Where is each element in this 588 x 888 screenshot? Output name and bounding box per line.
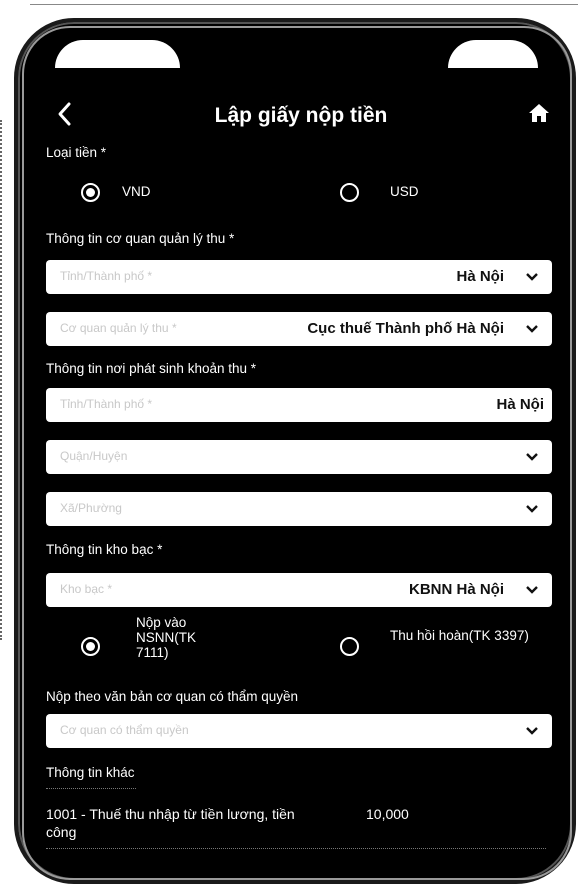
radio-vnd-label: VND <box>122 184 151 199</box>
home-button[interactable] <box>528 102 550 129</box>
page-title: Lập giấy nộp tiền <box>214 104 388 127</box>
chevron-down-icon <box>526 325 538 333</box>
tax-item-amount: 10,000 <box>366 806 409 822</box>
origin-province-placeholder: Tỉnh/Thành phố * <box>60 397 153 411</box>
chevron-down-icon <box>526 505 538 513</box>
origin-ward-select[interactable]: Xã/Phường <box>46 492 552 526</box>
radio-nsnn-label: Nộp vào NSNN(TK 7111) <box>136 615 196 660</box>
other-info-label: Thông tin khác <box>46 765 135 780</box>
divider <box>46 788 136 790</box>
tax-authority-label: Thông tin cơ quan quản lý thu * <box>46 231 235 246</box>
tax-item-description: 1001 - Thuế thu nhập từ tiền lương, tiền… <box>46 806 295 840</box>
phone-corner-highlight-left <box>55 40 180 68</box>
treasury-select[interactable]: Kho bạc * KBNN Hà Nội <box>46 573 552 607</box>
treasury-value: KBNN Hà Nội <box>408 581 504 598</box>
radio-refund[interactable] <box>340 637 359 656</box>
chevron-down-icon <box>526 586 538 594</box>
origin-ward-placeholder: Xã/Phường <box>60 501 122 515</box>
radio-usd-label: USD <box>390 184 419 199</box>
tax-authority-value: Cục thuế Thành phố Hà Nội <box>307 320 504 337</box>
app-screen: Lập giấy nộp tiền Loại tiền * VND USD Th… <box>36 70 566 860</box>
scan-top-edge <box>30 4 578 5</box>
tax-province-placeholder: Tỉnh/Thành phố * <box>60 269 153 283</box>
chevron-down-icon <box>526 273 538 281</box>
divider <box>46 848 546 850</box>
chevron-down-icon <box>526 727 538 735</box>
chevron-down-icon <box>526 453 538 461</box>
tax-authority-select[interactable]: Cơ quan quản lý thu * Cục thuế Thành phố… <box>46 312 552 346</box>
origin-province-field[interactable]: Tỉnh/Thành phố * Hà Nội <box>46 388 552 422</box>
authority-doc-select[interactable]: Cơ quan có thẩm quyền <box>46 714 552 748</box>
origin-province-value: Hà Nội <box>496 396 544 413</box>
tax-province-value: Hà Nội <box>456 268 504 285</box>
treasury-placeholder: Kho bạc * <box>60 582 113 596</box>
origin-label: Thông tin nơi phát sinh khoản thu * <box>46 361 256 376</box>
currency-label: Loại tiền * <box>46 145 107 160</box>
home-icon <box>529 104 549 122</box>
phone-corner-highlight-right <box>448 40 538 68</box>
radio-refund-label: Thu hồi hoàn(TK 3397) <box>390 628 529 643</box>
tax-authority-placeholder: Cơ quan quản lý thu * <box>60 321 177 335</box>
authority-doc-placeholder: Cơ quan có thẩm quyền <box>60 723 189 737</box>
origin-district-placeholder: Quận/Huyện <box>60 449 128 463</box>
authority-doc-label: Nộp theo văn bản cơ quan có thẩm quyền <box>46 689 299 704</box>
radio-usd[interactable] <box>340 183 359 202</box>
treasury-label: Thông tin kho bạc * <box>46 542 163 557</box>
radio-nsnn[interactable] <box>81 637 100 656</box>
tax-province-select[interactable]: Tỉnh/Thành phố * Hà Nội <box>46 260 552 294</box>
header-bar: Lập giấy nộp tiền <box>36 98 566 138</box>
scan-left-edge <box>0 120 12 640</box>
origin-district-select[interactable]: Quận/Huyện <box>46 440 552 474</box>
radio-vnd[interactable] <box>81 183 100 202</box>
